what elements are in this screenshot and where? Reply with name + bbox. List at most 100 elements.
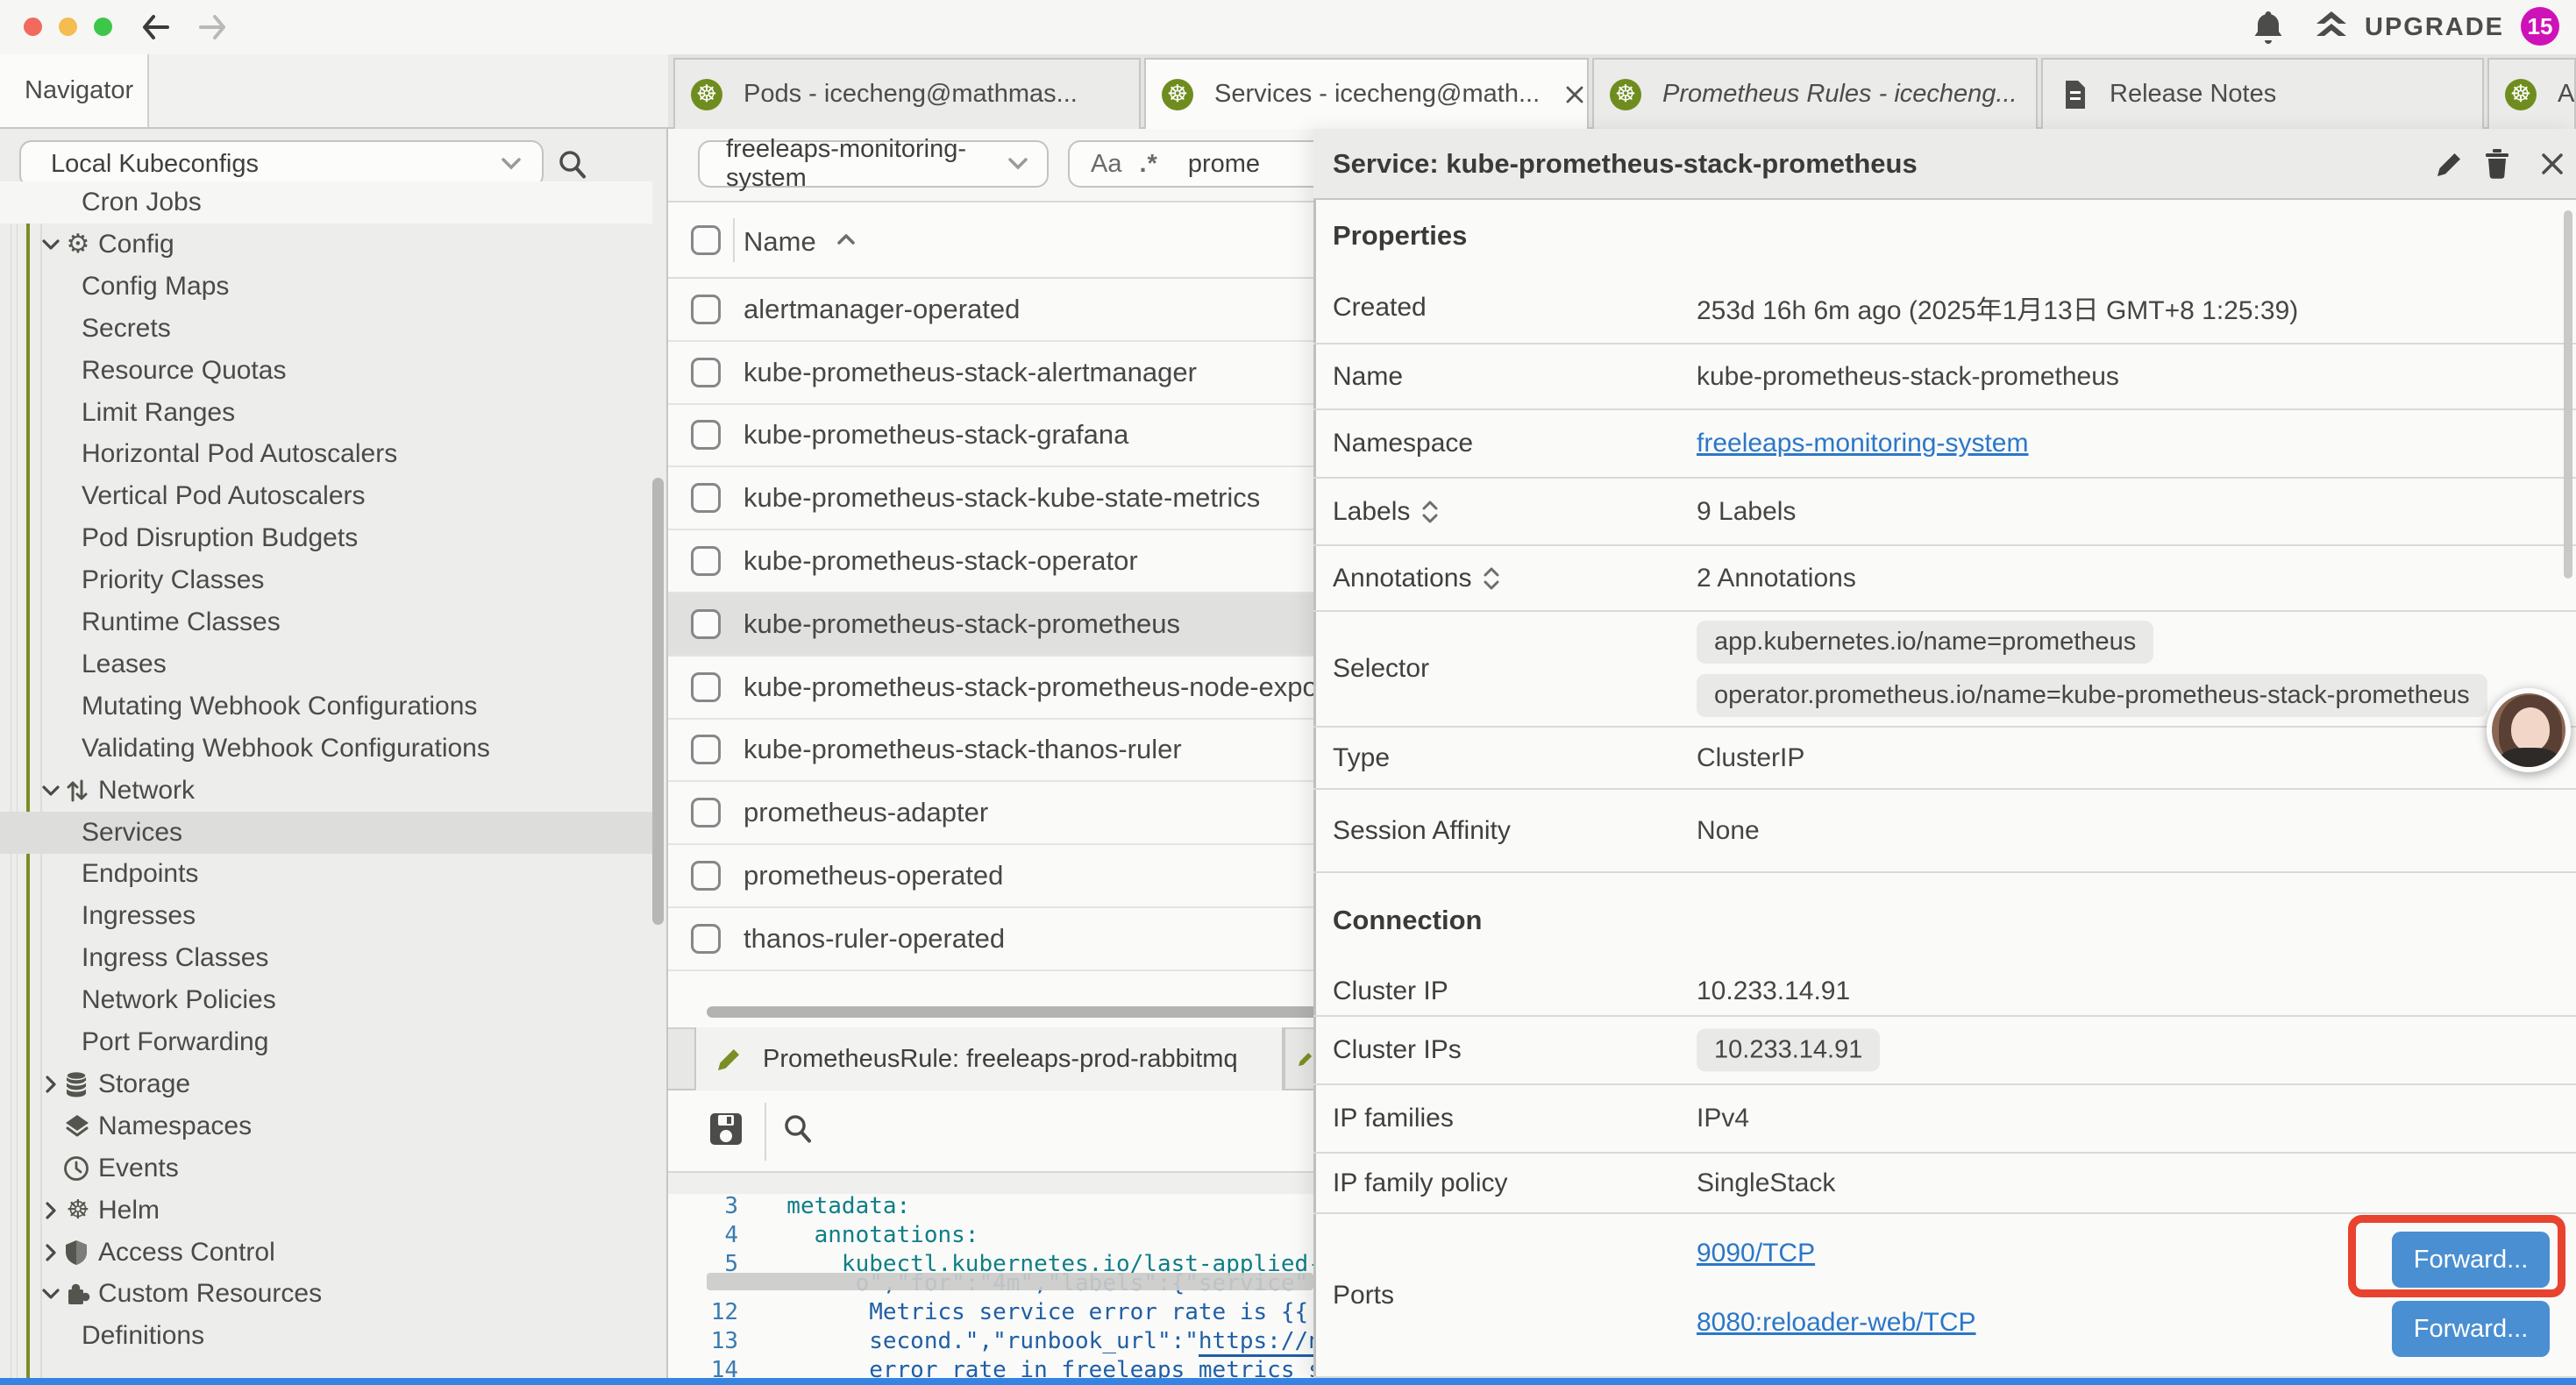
chevron-down-icon[interactable]	[39, 778, 63, 803]
tab-services[interactable]: ☸Services - icecheng@math...	[1144, 58, 1589, 129]
horizontal-scrollbar[interactable]	[707, 1006, 1320, 1018]
sidebar-item-custom-resources[interactable]: Custom Resources	[0, 1273, 652, 1315]
row-checkbox[interactable]	[691, 483, 721, 513]
match-case-toggle[interactable]: Aa	[1091, 150, 1121, 179]
row-checkbox[interactable]	[691, 609, 721, 639]
editor-inline-scrollbar[interactable]	[707, 1273, 1313, 1290]
table-row[interactable]: alertmanager-operated	[668, 279, 1313, 342]
maximize-window-button[interactable]	[94, 18, 112, 36]
row-checkbox[interactable]	[691, 924, 721, 954]
close-tab-button[interactable]	[1564, 84, 1585, 105]
sidebar-item-pod-disruption-budgets[interactable]: Pod Disruption Budgets	[0, 517, 652, 559]
sidebar-item-priority-classes[interactable]: Priority Classes	[0, 559, 652, 601]
row-checkbox[interactable]	[691, 798, 721, 827]
sidebar-item-port-forwarding[interactable]: Port Forwarding	[0, 1021, 652, 1063]
row-checkbox[interactable]	[691, 735, 721, 764]
sidebar-item-runtime-classes[interactable]: Runtime Classes	[0, 601, 652, 643]
sidebar-item-leases[interactable]: Leases	[0, 643, 652, 685]
property-row-session-affinity: Session AffinityNone	[1313, 790, 2576, 873]
table-row[interactable]: kube-prometheus-stack-operator	[668, 530, 1313, 593]
panel-scrollbar[interactable]	[2564, 210, 2572, 579]
namespace-select[interactable]: freeleaps-monitoring-system	[698, 140, 1049, 188]
port-link[interactable]: 9090/TCP	[1697, 1239, 1815, 1268]
table-row[interactable]: prometheus-adapter	[668, 782, 1313, 845]
tab-prometheus[interactable]: ☸Prometheus Rules - icecheng...	[1592, 58, 2038, 129]
row-checkbox[interactable]	[691, 672, 721, 702]
edit-button[interactable]	[2433, 149, 2463, 179]
table-row[interactable]: kube-prometheus-stack-prometheus-node-ex…	[668, 657, 1313, 720]
table-row[interactable]: kube-prometheus-stack-prometheus	[668, 593, 1313, 657]
row-checkbox[interactable]	[691, 358, 721, 387]
bell-icon[interactable]	[2251, 9, 2286, 46]
sidebar-item-secrets[interactable]: Secrets	[0, 308, 652, 350]
sort-ascending-icon[interactable]	[835, 231, 857, 248]
sidebar-scrollbar[interactable]	[652, 478, 664, 925]
table-row[interactable]: kube-prometheus-stack-alertmanager	[668, 342, 1313, 405]
editor-search-icon[interactable]	[780, 1112, 815, 1147]
sidebar-item-definitions[interactable]: Definitions	[0, 1315, 652, 1357]
avatar[interactable]	[2487, 688, 2571, 772]
sidebar-item-network-policies[interactable]: Network Policies	[0, 979, 652, 1021]
sidebar-item-events[interactable]: Events	[0, 1147, 652, 1190]
minimize-window-button[interactable]	[59, 18, 77, 36]
table-row[interactable]: kube-prometheus-stack-grafana	[668, 405, 1313, 468]
regex-toggle[interactable]: .*	[1139, 150, 1157, 179]
forward-button[interactable]: Forward...	[2392, 1301, 2550, 1357]
tab-pods[interactable]: ☸Pods - icecheng@mathmas...	[673, 58, 1141, 129]
sidebar-item-helm[interactable]: ☸Helm	[0, 1190, 652, 1232]
sidebar-item-access-control[interactable]: Access Control	[0, 1232, 652, 1274]
sidebar-item-resource-quotas[interactable]: Resource Quotas	[0, 350, 652, 392]
sidebar-item-vertical-pod-autoscalers[interactable]: Vertical Pod Autoscalers	[0, 475, 652, 517]
close-panel-button[interactable]	[2539, 151, 2565, 177]
row-checkbox[interactable]	[691, 861, 721, 891]
chevron-right-icon[interactable]	[39, 1072, 63, 1097]
table-row[interactable]: thanos-ruler-operated	[668, 908, 1313, 971]
chevron-right-icon[interactable]	[39, 1198, 63, 1223]
sidebar-item-ingresses[interactable]: Ingresses	[0, 895, 652, 937]
sort-updown-icon[interactable]	[1482, 565, 1501, 592]
chevron-right-icon[interactable]	[39, 1240, 63, 1265]
sidebar-item-namespaces[interactable]: Namespaces	[0, 1105, 652, 1147]
sidebar-item-cron-jobs[interactable]: Cron Jobs	[0, 181, 652, 224]
sidebar-item-limit-ranges[interactable]: Limit Ranges	[0, 392, 652, 434]
upgrade-icon[interactable]	[2313, 10, 2350, 45]
sidebar-search-icon[interactable]	[555, 147, 590, 182]
sidebar-item-ingress-classes[interactable]: Ingress Classes	[0, 937, 652, 979]
row-checkbox[interactable]	[691, 420, 721, 450]
sidebar-item-services[interactable]: Services	[0, 812, 652, 854]
sidebar-item-horizontal-pod-autoscalers[interactable]: Horizontal Pod Autoscalers	[0, 433, 652, 475]
sidebar-item-config-maps[interactable]: Config Maps	[0, 266, 652, 308]
chevron-down-icon[interactable]	[39, 232, 63, 257]
port-link[interactable]: 8080:reloader-web/TCP	[1697, 1308, 1976, 1338]
sidebar-item-mutating-webhook-configurations[interactable]: Mutating Webhook Configurations	[0, 685, 652, 728]
sidebar-item-config[interactable]: ⚙Config	[0, 224, 652, 266]
namespace-link[interactable]: freeleaps-monitoring-system	[1697, 429, 2028, 458]
delete-button[interactable]	[2481, 147, 2513, 181]
kubeconfig-select[interactable]: Local Kubeconfigs	[19, 140, 544, 188]
save-icon[interactable]	[707, 1110, 745, 1148]
sidebar-item-storage[interactable]: Storage	[0, 1063, 652, 1105]
tab-navigator[interactable]: Navigator	[0, 54, 149, 127]
back-button[interactable]	[139, 11, 174, 43]
chevron-down-icon[interactable]	[39, 1282, 63, 1306]
row-checkbox[interactable]	[691, 295, 721, 324]
filter-input[interactable]: Aa .* prome	[1068, 140, 1313, 188]
tab-argo[interactable]: ☸Argo Se	[2487, 58, 2576, 129]
notification-badge[interactable]: 15	[2521, 7, 2559, 46]
table-row[interactable]: prometheus-operated	[668, 845, 1313, 908]
table-row[interactable]: kube-prometheus-stack-thanos-ruler	[668, 720, 1313, 783]
sidebar-item-network[interactable]: Network	[0, 770, 652, 812]
close-window-button[interactable]	[24, 18, 42, 36]
sort-updown-icon[interactable]	[1420, 499, 1440, 525]
editor-tab-prometheusrule[interactable]: PrometheusRule: freeleaps-prod-rabbitmq	[694, 1027, 1284, 1090]
row-checkbox[interactable]	[691, 546, 721, 576]
table-row[interactable]: kube-prometheus-stack-kube-state-metrics	[668, 467, 1313, 530]
editor-tab-2[interactable]	[1284, 1027, 1313, 1090]
forward-button[interactable]	[195, 11, 230, 43]
upgrade-button[interactable]: UPGRADE	[2365, 0, 2504, 54]
column-header-name[interactable]: Name	[744, 226, 816, 258]
select-all-checkbox[interactable]	[691, 225, 721, 255]
tab-release[interactable]: Release Notes	[2041, 58, 2484, 129]
sidebar-item-validating-webhook-configurations[interactable]: Validating Webhook Configurations	[0, 728, 652, 770]
sidebar-item-endpoints[interactable]: Endpoints	[0, 853, 652, 895]
